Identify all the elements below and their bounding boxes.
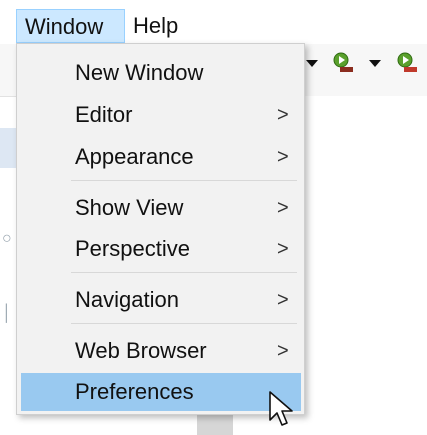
menu-item-label: Appearance — [75, 144, 194, 169]
menu-item-appearance[interactable]: Appearance > — [21, 138, 301, 176]
menu-item-new-window[interactable]: New Window — [21, 54, 301, 92]
menu-item-label: Perspective — [75, 236, 190, 261]
menu-help[interactable]: Help — [125, 9, 191, 43]
menu-item-label: Editor — [75, 102, 133, 127]
menu-item-label: New Window — [75, 60, 204, 85]
chevron-right-icon: > — [277, 238, 289, 260]
menu-item-label: Web Browser — [75, 338, 207, 363]
menu-item-navigation[interactable]: Navigation > — [21, 281, 301, 319]
menu-item-perspective[interactable]: Perspective > — [21, 230, 301, 268]
window-dropdown-menu: New Window Editor > Appearance > Show Vi… — [16, 43, 305, 415]
clipped-glyph-icon: │ — [2, 305, 12, 322]
chevron-right-icon: > — [277, 289, 289, 311]
background-editor-area — [305, 96, 427, 435]
clipped-glyph-icon: ○ — [2, 230, 12, 247]
menu-window[interactable]: Window — [16, 9, 125, 43]
dropdown-arrow-icon[interactable] — [306, 60, 318, 67]
menu-item-label: Preferences — [75, 379, 194, 404]
background-panel-edge — [197, 414, 233, 435]
menu-item-editor[interactable]: Editor > — [21, 96, 301, 134]
mouse-pointer-icon — [269, 391, 293, 426]
menu-item-preferences[interactable]: Preferences — [21, 373, 301, 411]
menu-item-web-browser[interactable]: Web Browser > — [21, 332, 301, 370]
menu-item-label: Navigation — [75, 287, 179, 312]
dropdown-arrow-icon[interactable] — [369, 60, 381, 67]
chevron-right-icon: > — [277, 197, 289, 219]
menu-item-label: Show View — [75, 195, 184, 220]
menu-separator — [71, 323, 297, 324]
menu-separator — [71, 180, 297, 181]
chevron-right-icon: > — [277, 146, 289, 168]
menubar: Window Help — [0, 0, 427, 44]
chevron-right-icon: > — [277, 104, 289, 126]
menu-item-show-view[interactable]: Show View > — [21, 189, 301, 227]
run-icon[interactable] — [331, 51, 355, 73]
debug-icon[interactable] — [395, 51, 419, 73]
chevron-right-icon: > — [277, 340, 289, 362]
menu-separator — [71, 272, 297, 273]
